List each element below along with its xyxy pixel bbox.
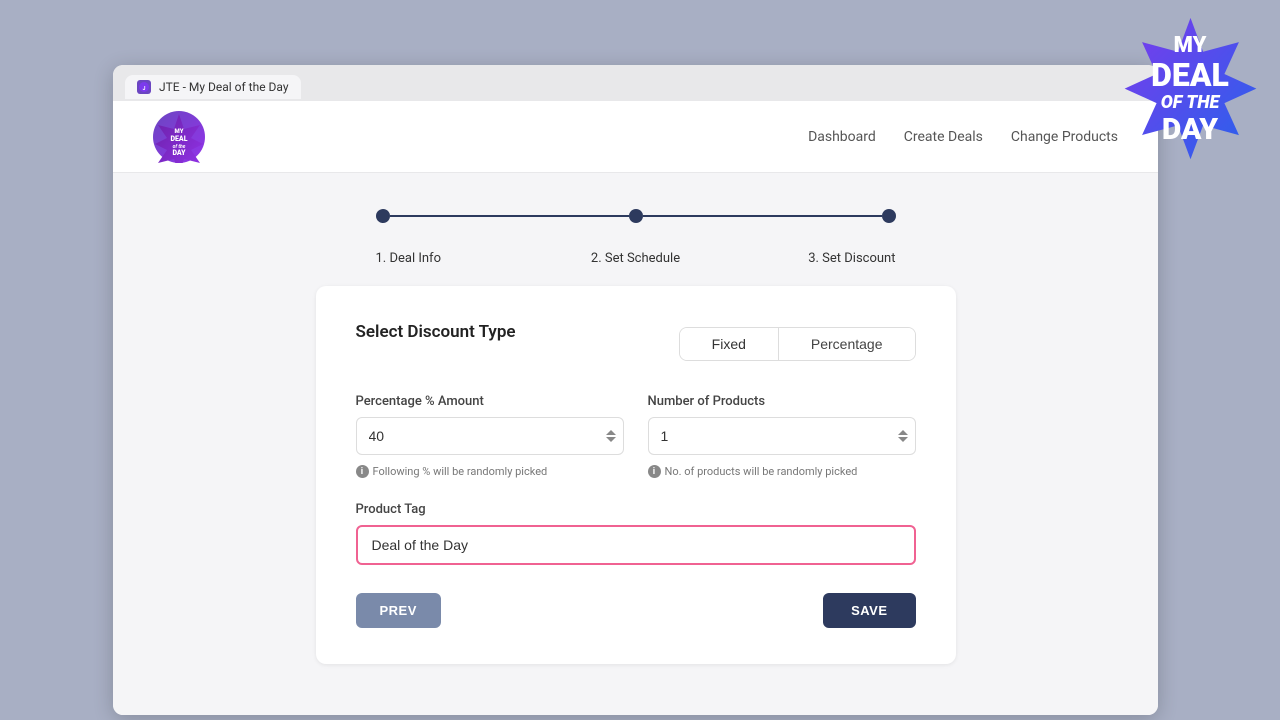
step-progress — [376, 173, 896, 243]
info-icon-percentage: i — [356, 465, 369, 478]
step-line-container — [376, 209, 896, 223]
step-line-1 — [390, 215, 629, 217]
step-labels: 1. Deal Info 2. Set Schedule 3. Set Disc… — [376, 243, 896, 266]
product-tag-label: Product Tag — [356, 502, 426, 517]
svg-text:DEAL: DEAL — [170, 135, 187, 143]
number-of-products-label: Number of Products — [648, 394, 916, 409]
number-of-products-wrapper — [648, 417, 916, 455]
svg-text:MY: MY — [175, 128, 184, 135]
step-label-1: 1. Deal Info — [376, 251, 496, 266]
number-of-products-group: Number of Products i No. of products wil… — [648, 394, 916, 478]
save-button[interactable]: SAVE — [823, 593, 915, 628]
logo-badge: MY DEAL of the DAY — [153, 111, 205, 163]
step-dot-3 — [882, 209, 896, 223]
step-label-3: 3. Set Discount — [776, 251, 896, 266]
product-tag-input[interactable] — [356, 525, 916, 565]
page-content: MY DEAL of the DAY Dashboard Create Deal… — [113, 101, 1158, 715]
spinner-down-percentage[interactable] — [606, 437, 616, 442]
percentage-amount-group: Percentage % Amount i Following % will b… — [356, 394, 624, 478]
percentage-amount-spinner[interactable] — [606, 430, 616, 442]
deal-badge: MY DEAL of the DAY — [1110, 10, 1270, 170]
browser-tab[interactable]: J JTE - My Deal of the Day — [125, 75, 301, 99]
form-grid: Percentage % Amount i Following % will b… — [356, 394, 916, 478]
logo-area: MY DEAL of the DAY — [153, 111, 205, 163]
percentage-amount-input[interactable] — [356, 417, 624, 455]
tab-bar: J JTE - My Deal of the Day — [113, 65, 1158, 101]
nav-create-deals[interactable]: Create Deals — [904, 129, 983, 145]
spinner-down-products[interactable] — [898, 437, 908, 442]
number-of-products-spinner[interactable] — [898, 430, 908, 442]
svg-text:J: J — [143, 86, 146, 92]
section-title: Select Discount Type — [356, 322, 516, 342]
tab-title: JTE - My Deal of the Day — [159, 80, 289, 94]
badge-text: MY DEAL of the DAY — [1151, 34, 1229, 146]
step-dot-2 — [629, 209, 643, 223]
discount-toggle-group: Fixed Percentage — [679, 327, 916, 361]
number-of-products-input[interactable] — [648, 417, 916, 455]
percentage-helper: i Following % will be randomly picked — [356, 465, 624, 478]
percentage-amount-wrapper — [356, 417, 624, 455]
info-icon-products: i — [648, 465, 661, 478]
products-helper: i No. of products will be randomly picke… — [648, 465, 916, 478]
percentage-amount-label: Percentage % Amount — [356, 394, 624, 409]
prev-button[interactable]: PREV — [356, 593, 441, 628]
site-header: MY DEAL of the DAY Dashboard Create Deal… — [113, 101, 1158, 173]
nav-dashboard[interactable]: Dashboard — [808, 129, 876, 145]
svg-text:DAY: DAY — [172, 149, 186, 157]
discount-type-row: Select Discount Type Fixed Percentage — [356, 322, 916, 366]
toggle-percentage[interactable]: Percentage — [779, 328, 915, 360]
product-tag-section: Product Tag — [356, 498, 916, 565]
form-card: Select Discount Type Fixed Percentage Pe… — [316, 286, 956, 664]
nav-links: Dashboard Create Deals Change Products — [808, 129, 1118, 145]
tab-favicon: J — [137, 80, 151, 94]
spinner-up-products[interactable] — [898, 430, 908, 435]
step-label-2: 2. Set Schedule — [576, 251, 696, 266]
toggle-fixed[interactable]: Fixed — [680, 328, 779, 360]
browser-window: J JTE - My Deal of the Day — [113, 65, 1158, 715]
step-line-2 — [643, 215, 882, 217]
action-row: PREV SAVE — [356, 593, 916, 628]
spinner-up-percentage[interactable] — [606, 430, 616, 435]
nav-change-products[interactable]: Change Products — [1011, 129, 1118, 145]
steps-wrapper: 1. Deal Info 2. Set Schedule 3. Set Disc… — [113, 173, 1158, 266]
step-dot-1 — [376, 209, 390, 223]
